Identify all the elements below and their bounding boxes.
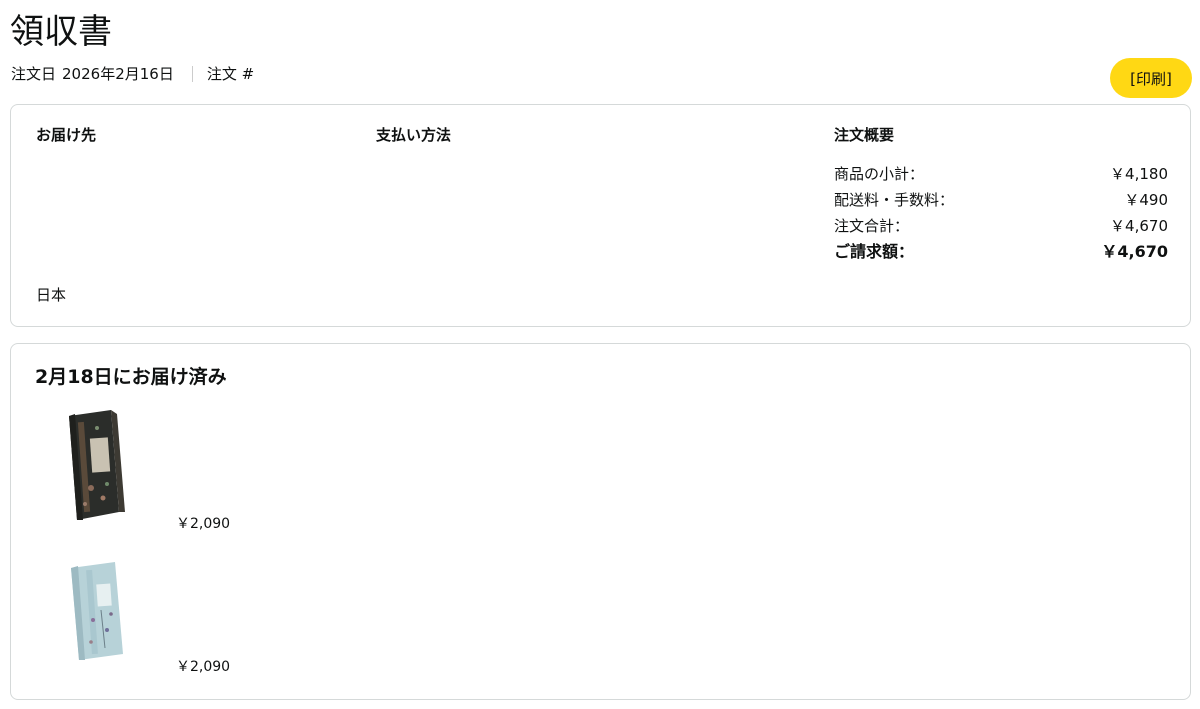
order-total-row: 注文合計： ￥4,670 [834, 213, 1168, 239]
order-date-label: 注文日 [11, 65, 57, 83]
page-title: 領収書 [10, 12, 112, 52]
order-summary-heading: 注文概要 [834, 126, 895, 144]
print-button[interactable]: [印刷] [1110, 58, 1192, 98]
shipping-fee-label: 配送料・手数料： [834, 191, 955, 209]
shipping-fee-row: 配送料・手数料： ￥490 [834, 187, 1168, 213]
grand-total-row: ご請求額： ￥4,670 [834, 239, 1168, 265]
subtotal-value: ￥4,180 [1110, 165, 1168, 183]
order-summary-card: お届け先 支払い方法 注文概要 商品の小計： ￥4,180 配送料・手数料： ￥… [10, 104, 1191, 327]
shipping-country: 日本 [36, 286, 67, 304]
grand-total-label: ご請求額： [834, 242, 915, 261]
delivery-status-heading: 2月18日にお届け済み [35, 366, 227, 388]
subtotal-label: 商品の小計： [834, 165, 925, 183]
item-price: ￥2,090 [176, 516, 231, 532]
subtotal-row: 商品の小計： ￥4,180 [834, 161, 1168, 187]
order-meta: 注文日 2026年2月16日 注文 # [11, 63, 260, 85]
shipping-fee-value: ￥490 [1124, 191, 1168, 209]
order-summary-rows: 商品の小計： ￥4,180 配送料・手数料： ￥490 注文合計： ￥4,670… [834, 161, 1168, 265]
order-number-label: 注文 # [206, 65, 255, 83]
light-blue-floral-book-box-icon[interactable] [61, 560, 131, 668]
dark-floral-book-box-icon[interactable] [61, 408, 131, 527]
grand-total-value: ￥4,670 [1101, 242, 1168, 261]
shipping-address-heading: お届け先 [36, 126, 97, 144]
order-total-value: ￥4,670 [1110, 217, 1168, 235]
meta-divider [191, 66, 193, 82]
payment-method-heading: 支払い方法 [376, 126, 452, 144]
order-total-label: 注文合計： [834, 217, 910, 235]
order-date: 2026年2月16日 [62, 65, 174, 83]
item-price: ￥2,090 [176, 659, 231, 675]
delivered-items-card: 2月18日にお届け済み ￥2,090 ￥2,090 [10, 343, 1191, 700]
